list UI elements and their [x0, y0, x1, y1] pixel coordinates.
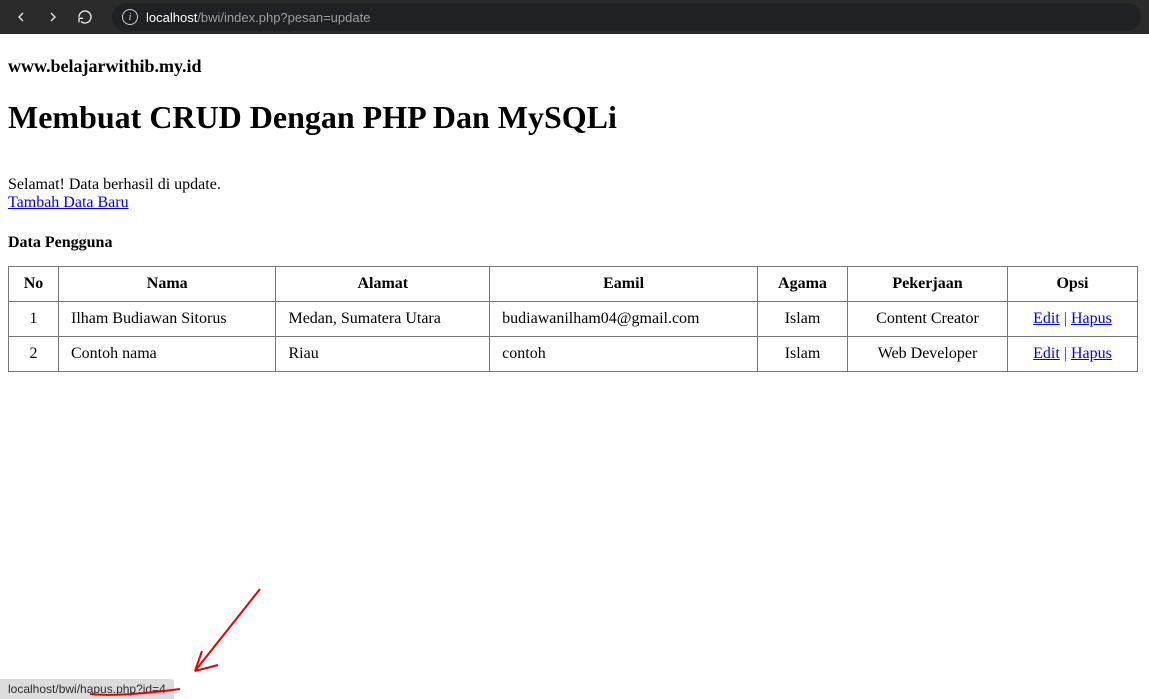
delete-link[interactable]: Hapus [1071, 310, 1112, 327]
th-pekerjaan: Pekerjaan [848, 267, 1008, 302]
success-message: Selamat! Data berhasil di update. [8, 176, 1141, 194]
cell-opsi: Edit | Hapus [1008, 302, 1138, 337]
cell-nama: Ilham Budiawan Sitorus [59, 302, 276, 337]
cell-agama: Islam [758, 302, 848, 337]
cell-alamat: Riau [276, 337, 490, 372]
back-button[interactable] [8, 4, 34, 30]
forward-button[interactable] [40, 4, 66, 30]
cell-email: budiawanilham04@gmail.com [490, 302, 758, 337]
cell-nama: Contoh nama [59, 337, 276, 372]
cell-pekerjaan: Content Creator [848, 302, 1008, 337]
table-header-row: No Nama Alamat Eamil Agama Pekerjaan Ops… [9, 267, 1138, 302]
cell-no: 2 [9, 337, 59, 372]
th-opsi: Opsi [1008, 267, 1138, 302]
link-separator: | [1060, 345, 1071, 362]
delete-link[interactable]: Hapus [1071, 345, 1112, 362]
cell-opsi: Edit | Hapus [1008, 337, 1138, 372]
page-content: www.belajarwithib.my.id Membuat CRUD Den… [0, 34, 1149, 380]
section-title: Data Pengguna [8, 234, 1141, 252]
table-row: 1Ilham Budiawan SitorusMedan, Sumatera U… [9, 302, 1138, 337]
browser-toolbar: i localhost/bwi/index.php?pesan=update [0, 0, 1149, 34]
link-separator: | [1060, 310, 1071, 327]
th-email: Eamil [490, 267, 758, 302]
reload-button[interactable] [72, 4, 98, 30]
th-nama: Nama [59, 267, 276, 302]
cell-no: 1 [9, 302, 59, 337]
edit-link[interactable]: Edit [1033, 310, 1060, 327]
url-text: localhost/bwi/index.php?pesan=update [146, 10, 370, 25]
url-path: /bwi/index.php?pesan=update [197, 10, 370, 25]
cell-email: contoh [490, 337, 758, 372]
th-no: No [9, 267, 59, 302]
data-table: No Nama Alamat Eamil Agama Pekerjaan Ops… [8, 266, 1138, 372]
add-data-link[interactable]: Tambah Data Baru [8, 194, 129, 211]
th-agama: Agama [758, 267, 848, 302]
address-bar[interactable]: i localhost/bwi/index.php?pesan=update [112, 3, 1141, 31]
hover-status-bar: localhost/bwi/hapus.php?id=4 [0, 679, 174, 699]
edit-link[interactable]: Edit [1033, 345, 1060, 362]
cell-agama: Islam [758, 337, 848, 372]
page-title: Membuat CRUD Dengan PHP Dan MySQLi [8, 99, 1141, 136]
url-origin: localhost [146, 10, 197, 25]
info-icon[interactable]: i [122, 9, 138, 25]
site-title: www.belajarwithib.my.id [8, 56, 1141, 77]
cell-alamat: Medan, Sumatera Utara [276, 302, 490, 337]
table-row: 2Contoh namaRiaucontohIslamWeb Developer… [9, 337, 1138, 372]
cell-pekerjaan: Web Developer [848, 337, 1008, 372]
table-body: 1Ilham Budiawan SitorusMedan, Sumatera U… [9, 302, 1138, 372]
th-alamat: Alamat [276, 267, 490, 302]
